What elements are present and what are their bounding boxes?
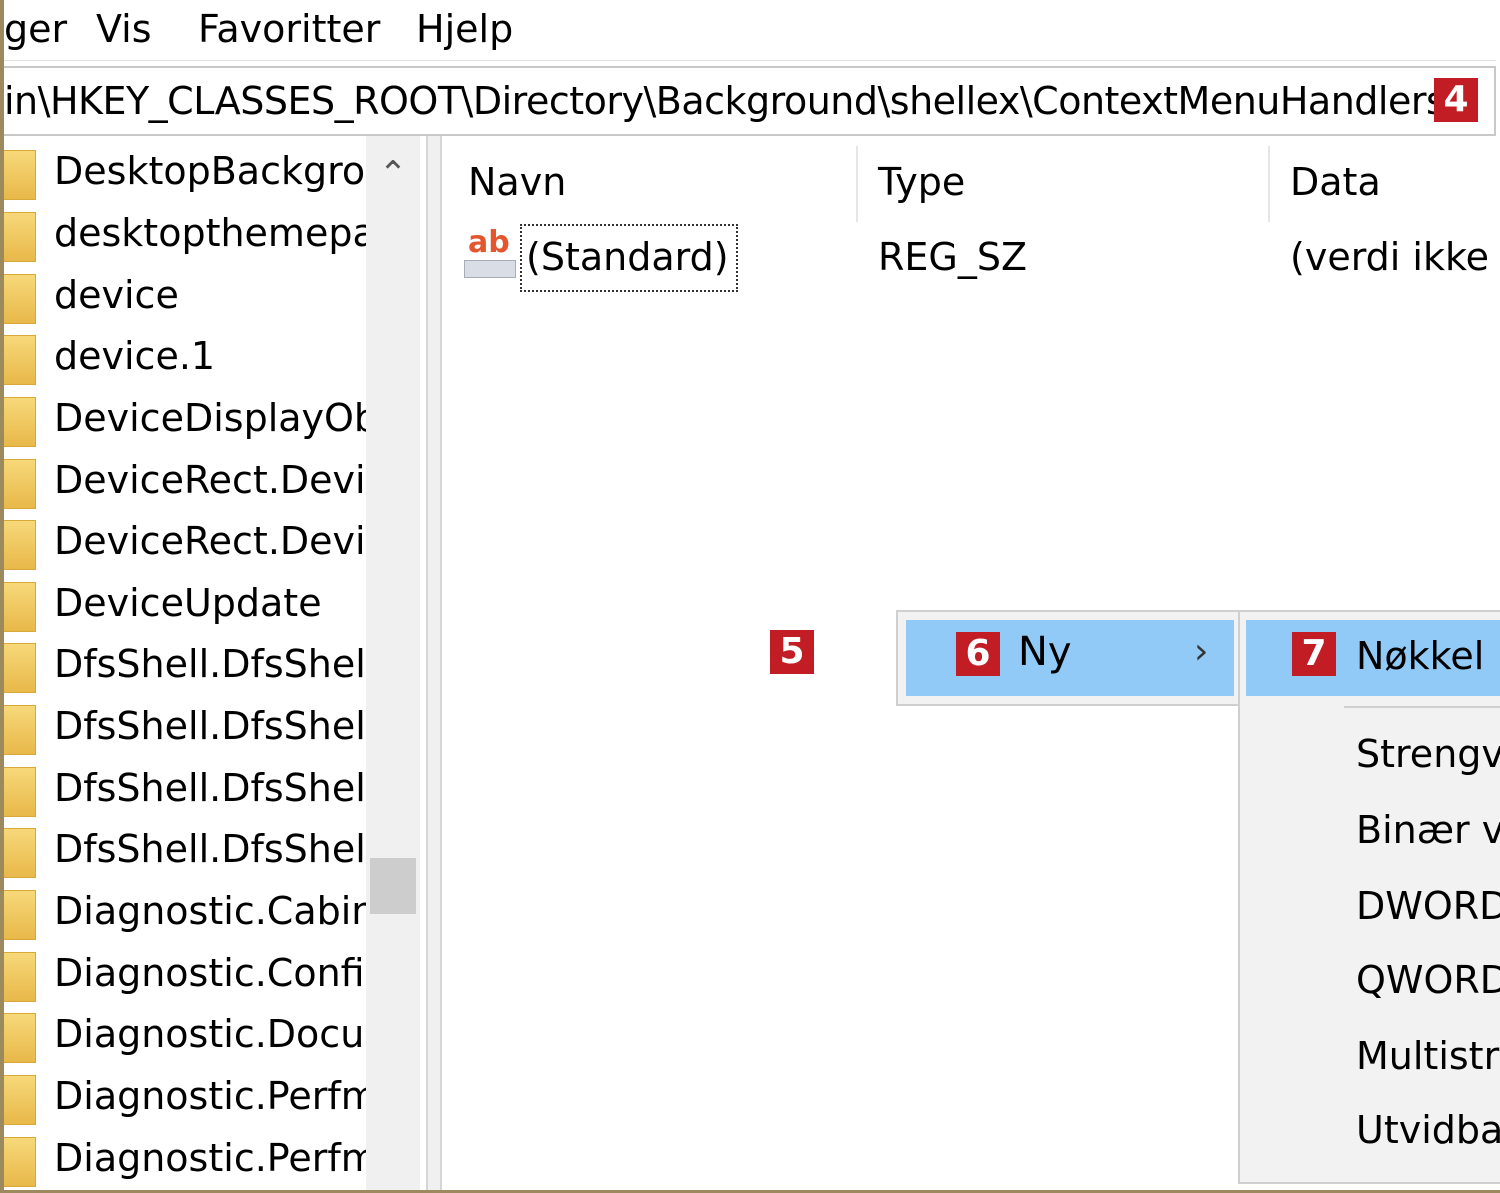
new-submenu: 7 Nøkkel Strengv Binær v DWORD QWORD Mul…	[1238, 610, 1500, 1184]
folder-icon	[4, 212, 36, 262]
tree-item[interactable]: DeviceRect.Devic	[4, 512, 366, 574]
tree-item-label: DfsShell.DfsShellA	[54, 827, 366, 871]
tree-item[interactable]: Diagnostic.Perfm	[4, 1067, 366, 1129]
column-separator[interactable]	[1268, 146, 1270, 222]
scroll-thumb[interactable]	[370, 858, 416, 914]
menu-bar: ger Vis Favoritter Hjelp	[4, 0, 1496, 61]
column-header-type[interactable]: Type	[878, 154, 965, 210]
tree-item[interactable]: DfsShell.DfsShellA	[4, 759, 366, 821]
tree-item[interactable]: device	[4, 266, 366, 328]
registry-editor-window: ger Vis Favoritter Hjelp in\HKEY_CLASSES…	[4, 0, 1500, 1190]
value-name-cell[interactable]: (Standard)	[526, 232, 729, 282]
folder-icon	[4, 1137, 36, 1187]
address-bar[interactable]: in\HKEY_CLASSES_ROOT\Directory\Backgroun…	[4, 66, 1496, 136]
menu-item-vis[interactable]: Vis	[96, 6, 152, 52]
tree-item-label: DfsShell.DfsShellA	[54, 766, 366, 810]
tree-item[interactable]: DfsShell.DfsShell	[4, 635, 366, 697]
string-value-icon: ab	[464, 226, 516, 280]
folder-icon	[4, 952, 36, 1002]
tree-item-label: Diagnostic.Docur	[54, 1012, 366, 1056]
submenu-item-binary[interactable]: Binær v	[1356, 806, 1500, 854]
folder-icon	[4, 397, 36, 447]
tree-item-label: DfsShell.DfsShell.	[54, 704, 366, 748]
folder-icon	[4, 520, 36, 570]
menu-item-favoritter[interactable]: Favoritter	[198, 6, 380, 52]
annotation-badge-4: 4	[1434, 78, 1478, 122]
address-path[interactable]: in\HKEY_CLASSES_ROOT\Directory\Backgroun…	[4, 78, 1446, 124]
folder-icon	[4, 335, 36, 385]
tree-item-label: device.1	[54, 334, 216, 378]
tree-scrollbar[interactable]: ⌃	[366, 136, 420, 1190]
value-type-cell[interactable]: REG_SZ	[878, 232, 1027, 282]
folder-icon	[4, 459, 36, 509]
folder-icon	[4, 582, 36, 632]
submenu-item-dword[interactable]: DWORD	[1356, 882, 1500, 930]
submenu-item-expandable[interactable]: Utvidba	[1356, 1106, 1500, 1154]
folder-icon	[4, 643, 36, 693]
submenu-item-label: Nøkkel	[1356, 634, 1485, 678]
folder-icon	[4, 1075, 36, 1125]
folder-icon	[4, 274, 36, 324]
tree-item-label: Diagnostic.Confi	[54, 951, 365, 995]
tree-item[interactable]: Diagnostic.Perfm	[4, 1129, 366, 1190]
tree-item[interactable]: DesktopBackgrou	[4, 142, 366, 204]
folder-icon	[4, 1013, 36, 1063]
pane-splitter[interactable]	[428, 136, 442, 1190]
tree-item-label: DeviceUpdate	[54, 581, 322, 625]
tree-item-label: Diagnostic.Perfm	[54, 1074, 366, 1118]
chevron-right-icon: ›	[1194, 631, 1209, 672]
value-data-cell[interactable]: (verdi ikke a	[1290, 232, 1500, 282]
context-menu-item-label: Ny	[1018, 629, 1072, 675]
key-tree-pane[interactable]: DesktopBackgrou desktopthemepa device de…	[4, 136, 428, 1190]
chevron-up-icon[interactable]: ⌃	[366, 144, 420, 204]
tree-item[interactable]: DeviceRect.Devic	[4, 451, 366, 513]
submenu-divider	[1344, 706, 1500, 708]
menu-item-hjelp[interactable]: Hjelp	[416, 6, 513, 52]
tree-item[interactable]: desktopthemepa	[4, 204, 366, 266]
submenu-item-multistring[interactable]: Multistr	[1356, 1032, 1499, 1080]
folder-icon	[4, 150, 36, 200]
tree-item-label: Diagnostic.Cabin	[54, 889, 366, 933]
folder-icon	[4, 828, 36, 878]
tree-item-label: DeviceRect.Devic	[54, 519, 366, 563]
tree-item-label: DesktopBackgrou	[54, 149, 366, 193]
tree-item-label: DeviceDisplayOb	[54, 396, 366, 440]
folder-icon	[4, 705, 36, 755]
submenu-item-string[interactable]: Strengv	[1356, 730, 1500, 778]
tree-item-label: DeviceRect.Devic	[54, 458, 366, 502]
tree-item[interactable]: DeviceUpdate	[4, 574, 366, 636]
tree-item[interactable]: DfsShell.DfsShell.	[4, 697, 366, 759]
tree-item-label: desktopthemepa	[54, 211, 366, 255]
folder-icon	[4, 767, 36, 817]
tree-item-label: DfsShell.DfsShell	[54, 642, 366, 686]
submenu-item-qword[interactable]: QWORD	[1356, 956, 1500, 1004]
column-header-data[interactable]: Data	[1290, 154, 1381, 210]
menu-item-ger[interactable]: ger	[4, 6, 67, 52]
context-menu: 6 Ny ›	[896, 610, 1244, 706]
column-separator[interactable]	[856, 146, 858, 222]
annotation-badge-6: 6	[956, 632, 1000, 676]
column-header-name[interactable]: Navn	[468, 154, 566, 210]
tree-item[interactable]: DfsShell.DfsShellA	[4, 820, 366, 882]
folder-icon	[4, 890, 36, 940]
tree-item[interactable]: Diagnostic.Docur	[4, 1005, 366, 1067]
annotation-badge-7: 7	[1292, 632, 1336, 676]
tree-item[interactable]: device.1	[4, 327, 366, 389]
tree-item[interactable]: Diagnostic.Confi	[4, 944, 366, 1006]
tree-item-label: device	[54, 273, 179, 317]
tree-item[interactable]: DeviceDisplayOb	[4, 389, 366, 451]
tree-item-label: Diagnostic.Perfm	[54, 1136, 366, 1180]
annotation-badge-5: 5	[770, 630, 814, 674]
tree-item[interactable]: Diagnostic.Cabin	[4, 882, 366, 944]
